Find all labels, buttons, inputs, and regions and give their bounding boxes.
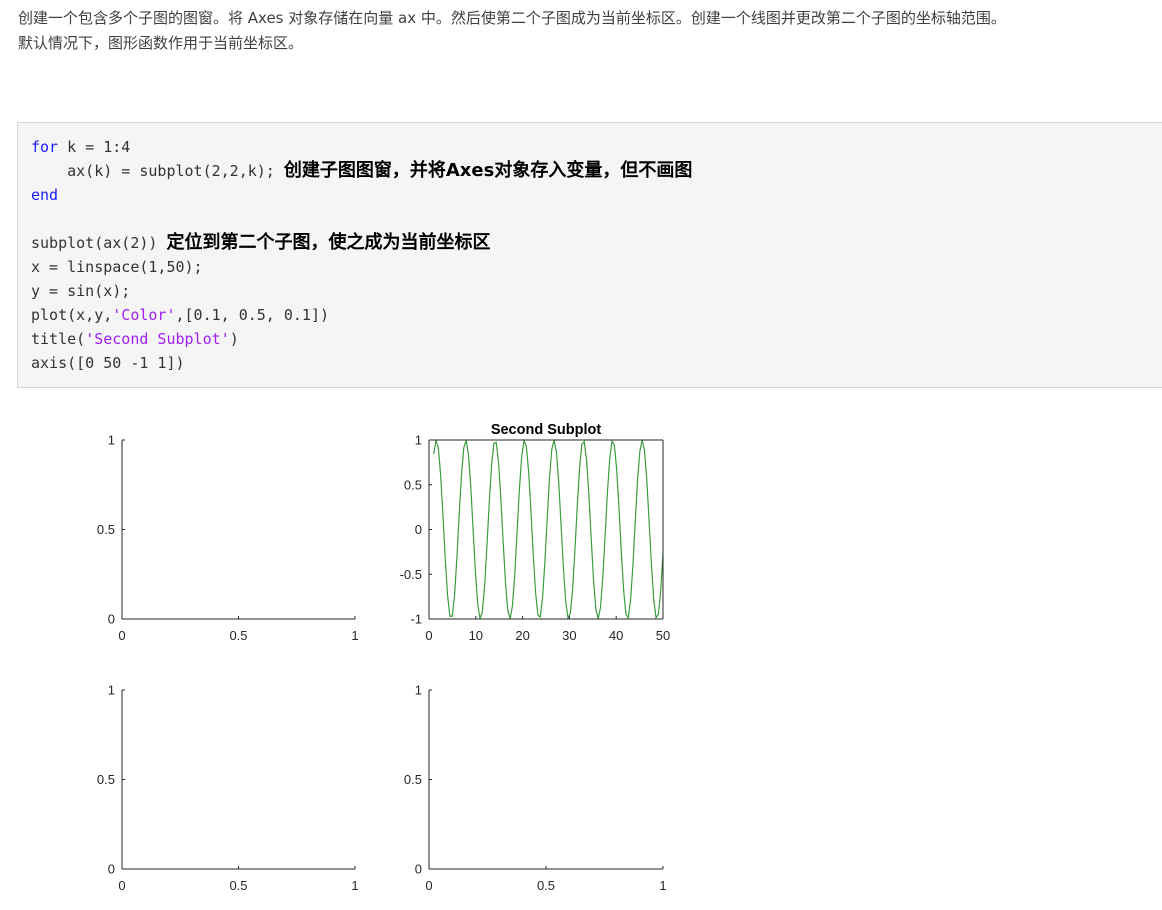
code-string-color: 'Color' — [112, 306, 176, 324]
code-subplot-select: subplot(ax(2)) — [31, 234, 167, 252]
code-plot-args: ,[0.1, 0.5, 0.1]) — [175, 306, 330, 324]
y-tick-label: 1 — [108, 683, 115, 698]
code-loop-range: k = 1:4 — [58, 138, 131, 156]
y-tick-label: 1 — [415, 433, 422, 448]
code-line-select-subplot: subplot(ax(2)) 定位到第二个子图，使之成为当前坐标区 — [31, 231, 490, 255]
code-keyword-end: end — [31, 186, 59, 204]
x-tick-label: 1 — [351, 628, 358, 643]
y-tick-label: 0.5 — [404, 477, 422, 492]
subplot-1: 0 0.5 1 0 0.5 1 — [97, 433, 359, 644]
subplot-title: Second Subplot — [491, 422, 602, 438]
y-tick-label: 0 — [415, 522, 422, 537]
y-tick-label: 0.5 — [404, 772, 422, 787]
x-tick-label: 1 — [351, 878, 358, 893]
y-tick-label: 0 — [108, 862, 115, 877]
x-tick-label: 0.5 — [229, 878, 247, 893]
y-tick-label: 0.5 — [97, 772, 115, 787]
code-comment-create-subplots: 创建子图图窗，并将Axes对象存入变量，但不画图 — [283, 160, 693, 181]
code-string-title: 'Second Subplot' — [85, 330, 230, 348]
code-keyword-for: for — [31, 138, 59, 156]
x-tick-label: 10 — [469, 628, 483, 643]
x-tick-label: 0 — [118, 878, 125, 893]
figure-output: 0 0.5 1 0 0.5 1 0 10 20 30 40 50 -1 -0.5 0 0.5 1 Second S… — [0, 388, 700, 910]
code-subplot-assign: ax(k) = subplot(2,2,k); — [31, 162, 284, 180]
code-block[interactable]: for k = 1:4 ax(k) = subplot(2,2,k); 创建子图… — [17, 122, 1162, 388]
code-line-title: title('Second Subplot') — [31, 327, 239, 351]
y-tick-label: 1 — [108, 433, 115, 448]
y-tick-label: -0.5 — [400, 567, 422, 582]
x-tick-label: 20 — [515, 628, 529, 643]
x-tick-label: 0.5 — [229, 628, 247, 643]
intro-paragraph: 创建一个包含多个子图的图窗。将 Axes 对象存储在向量 ax 中。然后使第二个… — [18, 6, 1158, 56]
intro-line-2: 默认情况下，图形函数作用于当前坐标区。 — [18, 34, 304, 52]
code-title-call: title( — [31, 330, 86, 348]
code-plot-call: plot(x,y, — [31, 306, 113, 324]
y-tick-label: 1 — [415, 683, 422, 698]
code-line-subplot-loop: ax(k) = subplot(2,2,k); 创建子图图窗，并将Axes对象存… — [31, 159, 692, 183]
intro-line-1: 创建一个包含多个子图的图窗。将 Axes 对象存储在向量 ax 中。然后使第二个… — [18, 9, 1006, 27]
code-line-plot: plot(x,y,'Color',[0.1, 0.5, 0.1]) — [31, 303, 329, 327]
x-tick-label: 1 — [659, 878, 666, 893]
x-tick-label: 30 — [562, 628, 576, 643]
x-tick-label: 0 — [118, 628, 125, 643]
y-tick-label: 0.5 — [97, 522, 115, 537]
subplot-3: 0 0.5 1 0 0.5 1 — [97, 683, 359, 894]
subplot-2: 0 10 20 30 40 50 -1 -0.5 0 0.5 1 Second Subplot — [400, 422, 671, 643]
x-tick-label: 0 — [425, 628, 432, 643]
y-tick-label: 0 — [415, 862, 422, 877]
code-line-linspace: x = linspace(1,50); — [31, 258, 203, 276]
code-line-end: end — [31, 183, 58, 207]
x-tick-label: 0.5 — [537, 878, 555, 893]
code-line-for: for k = 1:4 — [31, 135, 130, 159]
subplot-4: 0 0.5 1 0 0.5 1 — [404, 683, 667, 894]
x-tick-label: 0 — [425, 878, 432, 893]
sine-line-series — [433, 438, 664, 621]
y-tick-label: 0 — [108, 612, 115, 627]
y-tick-label: -1 — [410, 612, 422, 627]
code-comment-select-second: 定位到第二个子图，使之成为当前坐标区 — [166, 232, 491, 253]
x-tick-label: 40 — [609, 628, 623, 643]
code-line-sin: y = sin(x); — [31, 282, 131, 300]
code-title-close: ) — [229, 330, 239, 348]
subplot-figure: 0 0.5 100.510 10 20 30 40 50-1-0.500.51Second S… — [97, 422, 671, 894]
code-line-axis: axis([0 50 -1 1]) — [31, 354, 185, 372]
x-tick-label: 50 — [656, 628, 670, 643]
